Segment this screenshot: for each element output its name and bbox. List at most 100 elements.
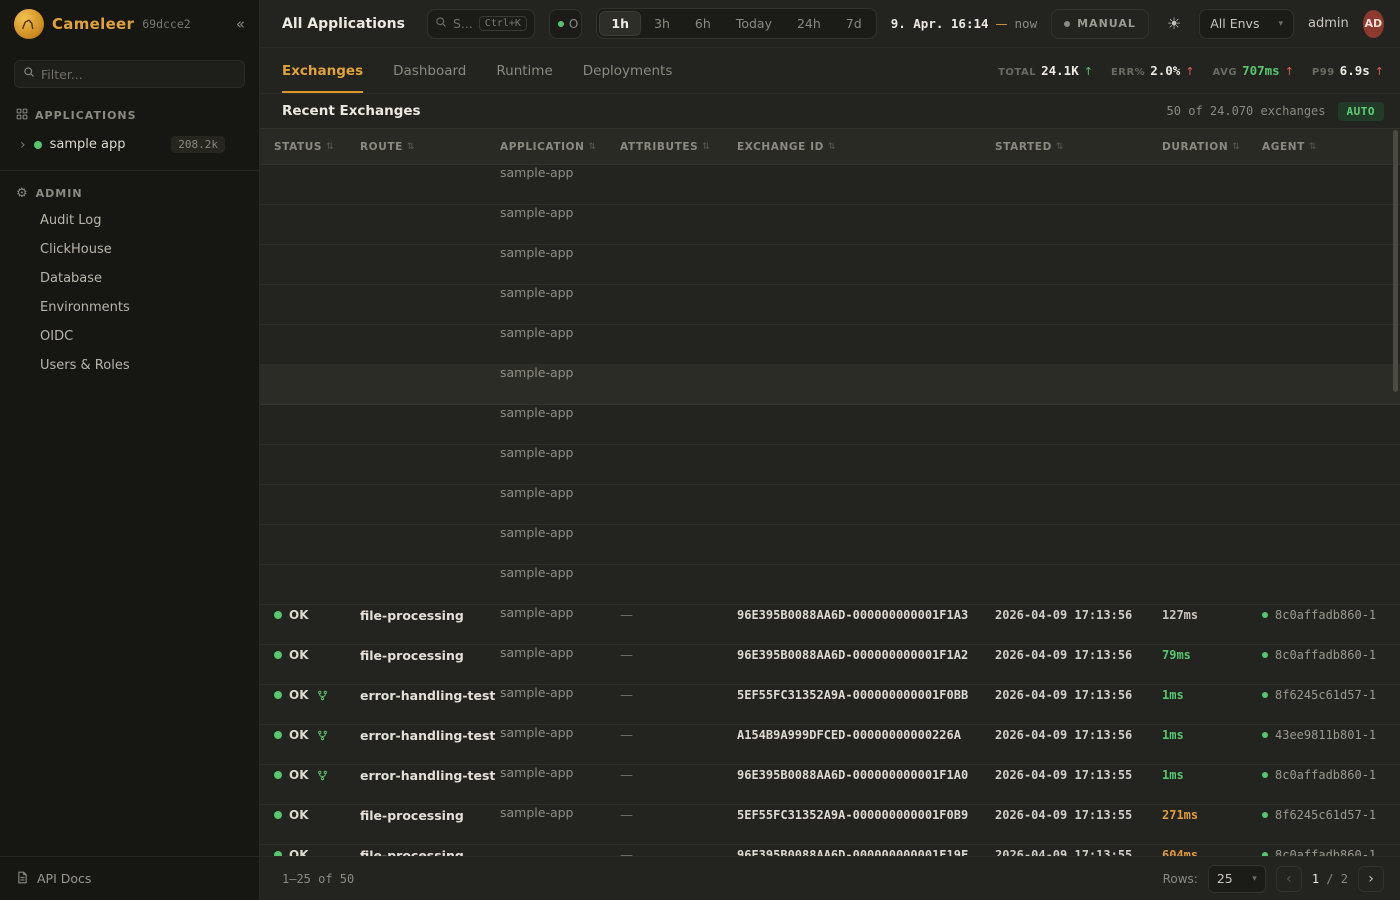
search-placeholder: S... <box>453 16 473 31</box>
route-cell: file-processing <box>360 808 500 823</box>
table-row[interactable]: OKfile-processingsample-app—96E395B0088A… <box>260 405 1400 445</box>
column-header-duration[interactable]: DURATION⇅ <box>1162 141 1262 153</box>
sidebar-item-oidc[interactable]: OIDC <box>0 322 259 351</box>
cameleer-logo-icon <box>14 9 44 39</box>
application-cell: sample-app <box>500 805 1400 856</box>
sidebar: Cameleer 69dcce2 « APPLICATIONS › sample… <box>0 0 260 900</box>
filter-input[interactable] <box>41 67 236 82</box>
route-cell: file-processing <box>360 848 500 857</box>
stat-value: 6.9s <box>1340 63 1370 78</box>
table-row[interactable]: OKfile-processingsample-app—96E395B0088A… <box>260 445 1400 485</box>
theme-toggle-icon[interactable]: ☀ <box>1163 14 1185 33</box>
time-range-24h[interactable]: 24h <box>785 11 833 36</box>
prev-page-button[interactable]: ‹ <box>1276 866 1302 892</box>
table-row[interactable]: OKerror-handling-testsample-app—A154B9A9… <box>260 285 1400 325</box>
status-cell: OK <box>274 768 360 782</box>
tab-exchanges[interactable]: Exchanges <box>282 48 363 93</box>
column-header-started[interactable]: STARTED⇅ <box>995 141 1162 153</box>
sort-icon: ⇅ <box>1309 142 1317 152</box>
sidebar-item-audit-log[interactable]: Audit Log <box>0 206 259 235</box>
exchange-count-summary: 50 of 24.070 exchanges <box>1167 104 1326 118</box>
column-header-status[interactable]: STATUS⇅ <box>274 141 360 153</box>
manual-refresh-button[interactable]: MANUAL <box>1051 9 1149 39</box>
status-ok-dot <box>274 811 282 819</box>
sidebar-item-database[interactable]: Database <box>0 264 259 293</box>
global-search-button[interactable]: S... Ctrl+K <box>427 9 535 39</box>
time-range-7d[interactable]: 7d <box>834 11 874 36</box>
fork-icon <box>317 690 328 701</box>
column-header-application[interactable]: APPLICATION⇅ <box>500 141 620 153</box>
sort-icon: ⇅ <box>702 142 710 152</box>
table-row[interactable]: OKfile-processingsample-app—A154B9A999DF… <box>260 525 1400 565</box>
column-header-route[interactable]: ROUTE⇅ <box>360 141 500 153</box>
instance-id: 69dcce2 <box>142 17 190 31</box>
logo: Cameleer 69dcce2 <box>14 9 228 39</box>
sidebar-spacer <box>0 380 259 856</box>
search-icon <box>435 16 447 32</box>
status-ok-dot <box>274 771 282 779</box>
tabs-bar: ExchangesDashboardRuntimeDeployments TOT… <box>260 48 1400 94</box>
auto-refresh-badge[interactable]: AUTO <box>1338 102 1385 121</box>
sidebar-item-environments[interactable]: Environments <box>0 293 259 322</box>
app-count-badge: 208.2k <box>171 136 225 153</box>
applications-icon <box>16 108 28 123</box>
stat-value: 24.1K <box>1041 63 1079 78</box>
status-cell: OK <box>274 728 360 742</box>
tab-dashboard[interactable]: Dashboard <box>393 48 466 93</box>
date-range-display[interactable]: 9. Apr. 16:14 — now <box>891 16 1037 31</box>
time-range-today[interactable]: Today <box>724 11 784 36</box>
page-title: All Applications <box>282 16 405 32</box>
rows-per-page-select[interactable]: 25 ▾ <box>1208 865 1266 893</box>
table-row[interactable]: OKfile-processingsample-app—96E395B0088A… <box>260 165 1400 205</box>
next-page-button[interactable]: › <box>1358 866 1384 892</box>
shortcut-badge: Ctrl+K <box>479 16 527 31</box>
column-header-exchange-id[interactable]: EXCHANGE ID⇅ <box>737 141 995 153</box>
table-row[interactable]: OKfile-processingsample-app—96E395B0088A… <box>260 485 1400 525</box>
sidebar-item-clickhouse[interactable]: ClickHouse <box>0 235 259 264</box>
scrollbar[interactable] <box>1393 130 1398 392</box>
table-row[interactable]: OKfile-processingsample-app—96E395B0088A… <box>260 205 1400 245</box>
online-indicator[interactable]: O <box>549 9 583 39</box>
chevron-down-icon: ▾ <box>1279 19 1284 29</box>
column-label: DURATION <box>1162 141 1228 153</box>
chevron-right-icon: › <box>20 138 26 152</box>
column-header-agent[interactable]: AGENT⇅ <box>1262 141 1386 153</box>
main-content: All Applications S... Ctrl+K O 1h3h6hTod… <box>260 0 1400 900</box>
rows-per-page-value: 25 <box>1217 871 1233 886</box>
status-cell: OK <box>274 808 360 822</box>
status-ok-dot <box>274 691 282 699</box>
table-row[interactable]: OKerror-handling-testsample-app—5EF55FC3… <box>260 245 1400 285</box>
sort-icon: ⇅ <box>589 142 597 152</box>
page-indicator: 1 / 2 <box>1312 872 1348 886</box>
status-cell: OK <box>274 648 360 662</box>
date-end: now <box>1015 16 1038 31</box>
manual-label: MANUAL <box>1077 17 1136 30</box>
stat-label: ERR% <box>1111 67 1145 78</box>
time-range-3h[interactable]: 3h <box>642 11 682 36</box>
table-row[interactable]: OKerror-handling-testsample-app—96E395B0… <box>260 325 1400 365</box>
stat-label: P99 <box>1312 67 1335 78</box>
column-header-attributes[interactable]: ATTRIBUTES⇅ <box>620 141 737 153</box>
route-cell: file-processing <box>360 648 500 663</box>
date-separator: — <box>996 17 1008 31</box>
status-cell: OK <box>274 688 360 702</box>
table-row[interactable]: OKfile-processingsample-app—5EF55FC31352… <box>260 565 1400 605</box>
api-docs-link[interactable]: API Docs <box>37 871 91 886</box>
table-header: STATUS⇅ROUTE⇅APPLICATION⇅ATTRIBUTES⇅EXCH… <box>260 128 1400 165</box>
table-row[interactable]: OKfile-processingsample-app—5EF55FC31352… <box>260 365 1400 405</box>
table-body: OKfile-processingsample-app—96E395B0088A… <box>260 165 1400 856</box>
sidebar-header: Cameleer 69dcce2 « <box>0 0 259 48</box>
time-range-6h[interactable]: 6h <box>683 11 723 36</box>
sidebar-divider <box>0 170 259 171</box>
collapse-sidebar-button[interactable]: « <box>236 15 245 33</box>
tab-runtime[interactable]: Runtime <box>496 48 552 93</box>
env-select[interactable]: All Envs ▾ <box>1199 9 1294 39</box>
pagination-controls: Rows: 25 ▾ ‹ 1 / 2 › <box>1163 865 1384 893</box>
sidebar-item-users-roles[interactable]: Users & Roles <box>0 351 259 380</box>
avatar[interactable]: AD <box>1363 10 1384 38</box>
time-range-1h[interactable]: 1h <box>599 11 641 36</box>
trend-up-arrow-icon: ↑ <box>1084 65 1093 78</box>
sidebar-item-sample-app[interactable]: › sample app 208.2k <box>0 129 259 160</box>
route-cell: file-processing <box>360 608 500 623</box>
tab-deployments[interactable]: Deployments <box>583 48 673 93</box>
